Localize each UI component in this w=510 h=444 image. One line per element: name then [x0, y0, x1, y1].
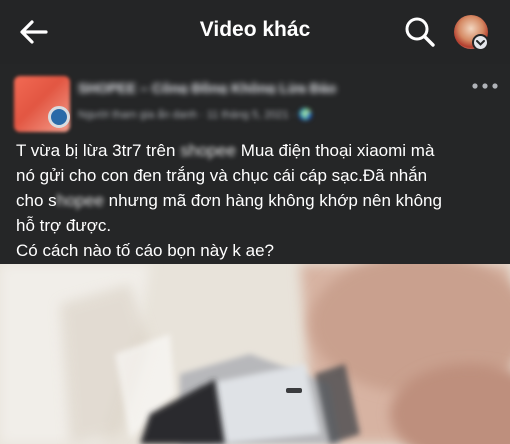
more-options-icon[interactable]: [470, 80, 500, 92]
post-text-line: nó gửi cho con đen trắng và chục cái cáp…: [16, 166, 428, 185]
post-text-line: cho shopee nhưng mã đơn hàng không khớp …: [16, 188, 506, 213]
post-text-line: T vừa bị lừa 3tr7 trên shopee Mua điện t…: [16, 138, 506, 163]
censored-word: shopee: [180, 141, 236, 160]
top-bar: Video khác: [0, 0, 510, 64]
post-text-segment: nhưng mã đơn hàng không khớp nên không: [103, 191, 442, 210]
post-meta: Người tham gia ẩn danh · 11 tháng 5, 202…: [78, 109, 313, 120]
censored-word: hopee: [56, 191, 104, 210]
anonymous-member-badge-icon: [48, 106, 70, 128]
post-text-segment: Mua điện thoại xiaomi mà: [235, 141, 435, 160]
post-text: T vừa bị lừa 3tr7 trên shopee Mua điện t…: [16, 138, 506, 263]
group-name[interactable]: SHOPEE – Cộng Đồng Không Lừa Đảo: [78, 80, 416, 94]
post-text-segment: T vừa bị lừa 3tr7 trên: [16, 141, 181, 160]
account-menu-chevron-icon[interactable]: [472, 34, 489, 51]
search-icon[interactable]: [402, 14, 438, 50]
post-card: SHOPEE – Cộng Đồng Không Lừa Đảo Người t…: [0, 64, 510, 264]
video-player[interactable]: [0, 264, 510, 444]
video-frame: [0, 264, 510, 444]
post-text-line: hỗ trợ được.: [16, 216, 112, 235]
post-text-line: Có cách nào tố cáo bọn này k ae?: [16, 241, 275, 260]
post-text-segment: cho s: [16, 191, 57, 210]
